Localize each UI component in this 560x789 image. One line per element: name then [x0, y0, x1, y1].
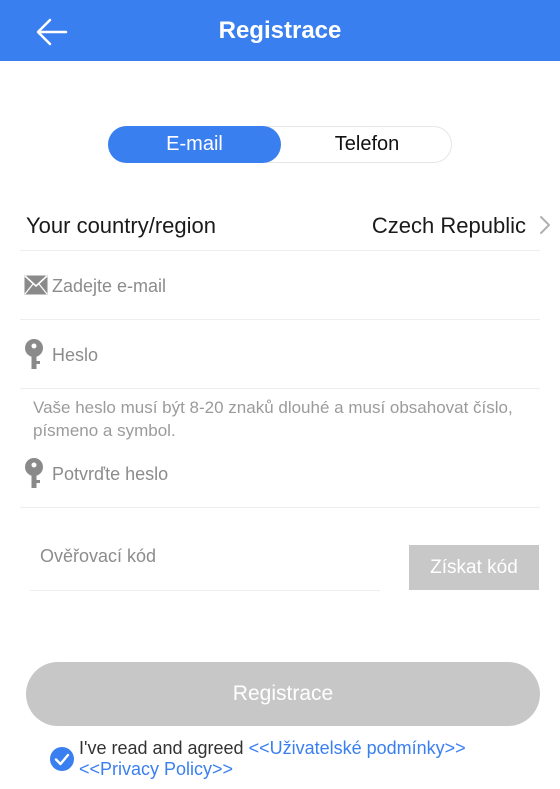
register-button[interactable]: Registrace: [26, 662, 540, 726]
country-region-value: Czech Republic: [371, 213, 526, 238]
terms-link[interactable]: <<Uživatelské podmínky>>: [249, 738, 466, 758]
country-region-label: Your country/region: [26, 213, 216, 238]
checkmark-icon: [54, 753, 70, 766]
key-icon: [25, 458, 43, 488]
page-title: Registrace: [218, 17, 342, 44]
password-field-row: [20, 329, 540, 381]
divider: [30, 590, 380, 591]
chevron-right-icon: [540, 216, 550, 234]
divider: [20, 388, 540, 389]
password-hint: Vaše heslo musí být 8-20 znaků dlouhé a …: [33, 398, 513, 440]
register-method-switch: E-mail Telefon: [108, 126, 452, 163]
agreement-text: I've read and agreed <<Uživatelské podmí…: [79, 738, 549, 780]
divider: [20, 507, 540, 508]
email-input[interactable]: [52, 268, 532, 304]
envelope-icon: [24, 275, 48, 295]
key-icon: [25, 339, 43, 369]
divider: [20, 250, 540, 251]
country-region-row[interactable]: Your country/region Czech Republic: [26, 200, 556, 250]
tab-email[interactable]: E-mail: [108, 126, 281, 163]
agreement-checkbox[interactable]: [50, 747, 74, 771]
privacy-policy-link[interactable]: <<Privacy Policy>>: [79, 759, 233, 779]
top-bar: Registrace: [0, 0, 560, 61]
confirm-password-field-row: [20, 448, 540, 500]
get-code-button[interactable]: Získat kód: [409, 545, 539, 590]
email-field-row: [20, 260, 540, 312]
password-input[interactable]: [52, 337, 532, 373]
divider: [20, 319, 540, 320]
agreement-label: I've read and agreed: [79, 738, 249, 758]
confirm-password-input[interactable]: [52, 456, 532, 492]
verification-code-input[interactable]: [40, 538, 370, 574]
tab-phone[interactable]: Telefon: [281, 126, 453, 163]
